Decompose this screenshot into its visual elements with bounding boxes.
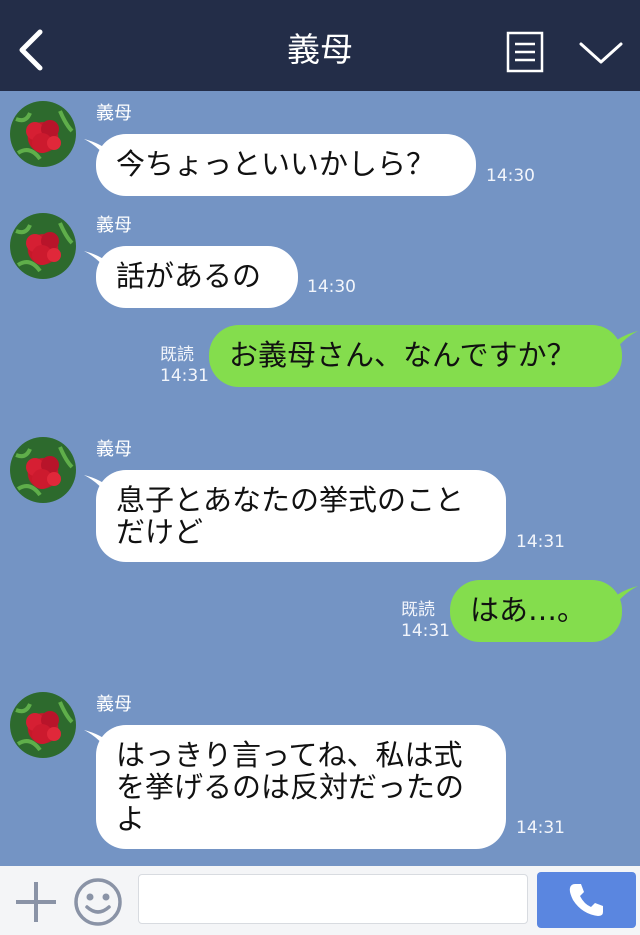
message-time: 14:30 <box>486 166 535 186</box>
message-time: 14:31 <box>516 818 565 838</box>
sender-name: 義母 <box>96 694 132 715</box>
call-button[interactable] <box>537 872 636 928</box>
message-bubble[interactable]: 今ちょっといいかしら？ <box>96 134 476 196</box>
read-receipt: 既読 <box>401 600 435 620</box>
sender-name: 義母 <box>96 103 132 124</box>
avatar[interactable] <box>10 692 76 758</box>
message-bubble[interactable]: 息子とあなたの挙式のこと だけど <box>96 470 506 562</box>
message-bubble[interactable]: はあ…。 <box>450 580 622 642</box>
chevron-down-icon[interactable] <box>578 38 624 68</box>
phone-icon <box>569 884 603 916</box>
chat-header: 義母 <box>0 0 640 91</box>
message-time: 14:31 <box>401 621 450 641</box>
message-time: 14:31 <box>516 532 565 552</box>
message-input[interactable] <box>138 874 528 924</box>
avatar[interactable] <box>10 101 76 167</box>
avatar[interactable] <box>10 213 76 279</box>
emoji-icon[interactable] <box>72 876 124 928</box>
message-list[interactable]: 義母 今ちょっといいかしら？ 14:30 義母 話があるの 14:30 既読 1… <box>0 91 640 866</box>
input-bar <box>0 866 640 935</box>
chat-title: 義母 <box>287 30 353 69</box>
message-bubble[interactable]: はっきり言ってね、私は式 を挙げるのは反対だったの よ <box>96 725 506 849</box>
sender-name: 義母 <box>96 439 132 460</box>
sender-name: 義母 <box>96 215 132 236</box>
message-time: 14:31 <box>160 366 209 386</box>
plus-icon[interactable] <box>14 880 58 924</box>
message-bubble[interactable]: 話があるの <box>96 246 298 308</box>
bubble-tail <box>610 586 638 612</box>
notes-icon[interactable] <box>506 31 544 73</box>
avatar[interactable] <box>10 437 76 503</box>
bubble-tail <box>610 331 638 357</box>
read-receipt: 既読 <box>160 345 194 365</box>
message-bubble[interactable]: お義母さん、なんですか？ <box>209 325 622 387</box>
message-time: 14:30 <box>307 277 356 297</box>
